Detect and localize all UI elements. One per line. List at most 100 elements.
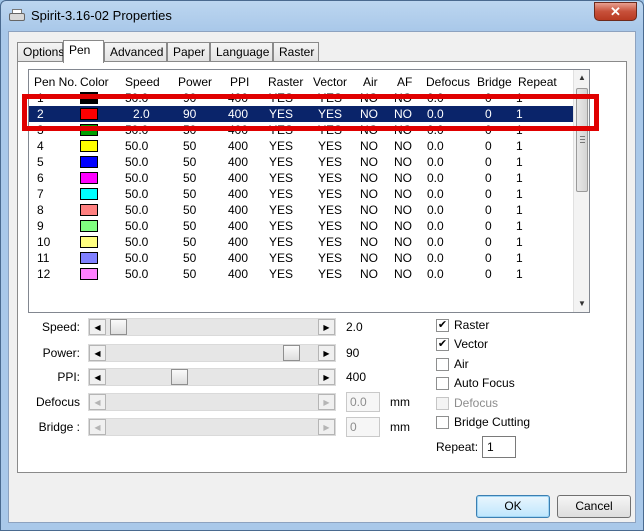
- power-slider-thumb[interactable]: [283, 345, 300, 361]
- cancel-button[interactable]: Cancel: [557, 495, 631, 518]
- defocus-unit: mm: [390, 395, 410, 409]
- color-swatch[interactable]: [80, 204, 98, 216]
- power-slider[interactable]: ◀ ▶: [88, 344, 336, 362]
- color-swatch[interactable]: [80, 108, 98, 120]
- color-swatch[interactable]: [80, 156, 98, 168]
- color-swatch[interactable]: [80, 188, 98, 200]
- column-header-defocus[interactable]: Defocus: [426, 74, 470, 90]
- window-title: Spirit-3.16-02 Properties: [31, 8, 172, 23]
- cell-defocus: 0.0: [427, 267, 444, 281]
- table-row[interactable]: 11 50.0 50 400 YES YES NO NO 0.0 0 1: [29, 250, 574, 266]
- defocus-decrease-arrow-icon[interactable]: ◀: [89, 394, 106, 410]
- column-header-air[interactable]: Air: [363, 74, 378, 90]
- ppi-slider-thumb[interactable]: [171, 369, 188, 385]
- power-increase-arrow-icon[interactable]: ▶: [318, 345, 335, 361]
- color-swatch[interactable]: [80, 172, 98, 184]
- defocus-value-field[interactable]: 0.0: [346, 392, 380, 412]
- column-header-speed[interactable]: Speed: [125, 74, 160, 90]
- tab-raster[interactable]: Raster: [273, 42, 319, 62]
- column-header-color[interactable]: Color: [80, 74, 109, 90]
- color-swatch[interactable]: [80, 252, 98, 264]
- scroll-up-arrow-icon[interactable]: ▲: [574, 70, 589, 86]
- auto-focus-checkbox-label[interactable]: Auto Focus: [454, 376, 515, 390]
- color-swatch[interactable]: [80, 236, 98, 248]
- tab-pen[interactable]: Pen: [63, 40, 104, 63]
- title-bar[interactable]: Spirit-3.16-02 Properties ✕: [1, 1, 643, 31]
- bridge-cutting-checkbox[interactable]: [436, 416, 449, 429]
- speed-slider[interactable]: ◀ ▶: [88, 318, 336, 336]
- color-swatch[interactable]: [80, 268, 98, 280]
- bridge-cutting-checkbox-label[interactable]: Bridge Cutting: [454, 415, 530, 429]
- speed-decrease-arrow-icon[interactable]: ◀: [89, 319, 106, 335]
- column-header-bridge[interactable]: Bridge: [477, 74, 512, 90]
- raster-checkbox[interactable]: ✔: [436, 319, 449, 332]
- ppi-slider[interactable]: ◀ ▶: [88, 368, 336, 386]
- tab-language[interactable]: Language: [210, 42, 273, 62]
- defocus-checkbox[interactable]: [436, 397, 449, 410]
- scroll-thumb[interactable]: [576, 88, 588, 192]
- cell-bridge: 0: [485, 203, 492, 217]
- cell-vector: YES: [318, 92, 343, 105]
- tab-options[interactable]: Options: [17, 42, 64, 62]
- vector-checkbox[interactable]: ✔: [436, 338, 449, 351]
- auto-focus-checkbox[interactable]: [436, 377, 449, 390]
- bridge-value-field[interactable]: 0: [346, 417, 380, 437]
- column-header-raster[interactable]: Raster: [268, 74, 303, 90]
- pen-table-header: Pen No. Color Speed Power PPI Raster Vec…: [29, 70, 574, 92]
- bridge-decrease-arrow-icon[interactable]: ◀: [89, 419, 106, 435]
- ok-button[interactable]: OK: [476, 495, 550, 518]
- cell-defocus: 0.0: [427, 139, 444, 153]
- cell-pen: 7: [37, 187, 44, 201]
- cell-pen: 2: [37, 107, 44, 121]
- table-row[interactable]: 3 50.0 50 400 YES YES NO NO 0.0 0 1: [29, 122, 574, 138]
- defocus-slider[interactable]: ◀ ▶: [88, 393, 336, 411]
- table-row[interactable]: 1 50.0 90 400 YES YES NO NO 0.0 0 1: [29, 92, 574, 106]
- ppi-increase-arrow-icon[interactable]: ▶: [318, 369, 335, 385]
- column-header-repeat[interactable]: Repeat: [518, 74, 557, 90]
- bridge-slider[interactable]: ◀ ▶: [88, 418, 336, 436]
- repeat-input[interactable]: 1: [482, 436, 516, 458]
- table-row[interactable]: 4 50.0 50 400 YES YES NO NO 0.0 0 1: [29, 138, 574, 154]
- cell-pen: 11: [37, 251, 50, 265]
- defocus-increase-arrow-icon[interactable]: ▶: [318, 394, 335, 410]
- table-row[interactable]: 6 50.0 50 400 YES YES NO NO 0.0 0 1: [29, 170, 574, 186]
- vector-checkbox-label[interactable]: Vector: [454, 337, 488, 351]
- pen-table-scrollbar[interactable]: ▲ ▼: [573, 70, 589, 312]
- table-row[interactable]: 10 50.0 50 400 YES YES NO NO 0.0 0 1: [29, 234, 574, 250]
- scroll-down-arrow-icon[interactable]: ▼: [574, 296, 589, 312]
- table-row[interactable]: 8 50.0 50 400 YES YES NO NO 0.0 0 1: [29, 202, 574, 218]
- table-row[interactable]: 2 2.0 90 400 YES YES NO NO 0.0 0 1: [29, 106, 574, 122]
- bridge-increase-arrow-icon[interactable]: ▶: [318, 419, 335, 435]
- column-header-vector[interactable]: Vector: [313, 74, 347, 90]
- cell-vector: YES: [318, 219, 343, 233]
- pen-table[interactable]: Pen No. Color Speed Power PPI Raster Vec…: [28, 69, 590, 313]
- raster-checkbox-label[interactable]: Raster: [454, 318, 489, 332]
- close-button[interactable]: ✕: [594, 2, 637, 21]
- table-row[interactable]: 5 50.0 50 400 YES YES NO NO 0.0 0 1: [29, 154, 574, 170]
- tab-paper[interactable]: Paper: [167, 42, 210, 62]
- ppi-decrease-arrow-icon[interactable]: ◀: [89, 369, 106, 385]
- color-swatch[interactable]: [80, 220, 98, 232]
- air-checkbox-label[interactable]: Air: [454, 357, 469, 371]
- cell-vector: YES: [318, 251, 343, 265]
- cell-repeat: 1: [516, 171, 523, 185]
- speed-increase-arrow-icon[interactable]: ▶: [318, 319, 335, 335]
- color-swatch[interactable]: [80, 92, 98, 104]
- cell-power: 50: [183, 187, 197, 201]
- color-swatch[interactable]: [80, 140, 98, 152]
- air-checkbox[interactable]: [436, 358, 449, 371]
- tab-advanced[interactable]: Advanced: [104, 42, 167, 62]
- column-header-pen-no[interactable]: Pen No.: [34, 74, 77, 90]
- color-swatch[interactable]: [80, 124, 98, 136]
- column-header-power[interactable]: Power: [178, 74, 212, 90]
- table-row[interactable]: 9 50.0 50 400 YES YES NO NO 0.0 0 1: [29, 218, 574, 234]
- table-row[interactable]: 12 50.0 50 400 YES YES NO NO 0.0 0 1: [29, 266, 574, 282]
- power-decrease-arrow-icon[interactable]: ◀: [89, 345, 106, 361]
- column-header-af[interactable]: AF: [397, 74, 412, 90]
- speed-slider-thumb[interactable]: [110, 319, 127, 335]
- column-header-ppi[interactable]: PPI: [230, 74, 249, 90]
- cell-af: NO: [394, 92, 412, 105]
- defocus-checkbox-label[interactable]: Defocus: [454, 396, 498, 410]
- table-row[interactable]: 7 50.0 50 400 YES YES NO NO 0.0 0 1: [29, 186, 574, 202]
- cell-raster: YES: [269, 92, 294, 105]
